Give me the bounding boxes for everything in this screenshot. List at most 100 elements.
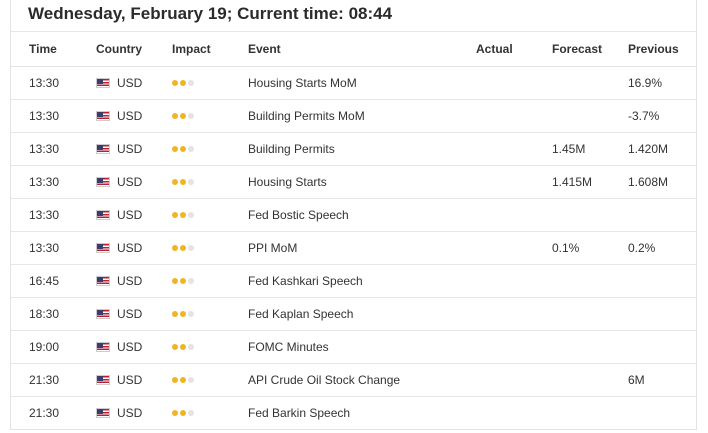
currency-code: USD (117, 406, 143, 420)
impact-dot-icon (180, 344, 186, 350)
impact-dot-icon (172, 311, 178, 317)
event-time: 13:30 (29, 175, 60, 189)
table-row[interactable]: 13:30 USD Building Permits MoM -3.7% (11, 100, 696, 133)
table-row[interactable]: 13:30 USD Building Permits 1.45M 1.420M (11, 133, 696, 166)
table-row[interactable]: 13:30 USD Fed Bostic Speech (11, 199, 696, 232)
event-name[interactable]: Building Permits MoM (248, 100, 365, 132)
event-country: USD (96, 166, 142, 198)
impact-dot-icon (172, 344, 178, 350)
impact-dot-icon (180, 278, 186, 284)
event-country: USD (96, 364, 142, 396)
event-name[interactable]: Housing Starts (248, 166, 327, 198)
event-name[interactable]: Building Permits (248, 133, 335, 165)
event-country: USD (96, 133, 142, 165)
event-name[interactable]: PPI MoM (248, 232, 297, 264)
event-country: USD (96, 331, 142, 363)
event-country: USD (96, 298, 142, 330)
table-row[interactable]: 19:00 USD FOMC Minutes (11, 331, 696, 364)
event-name[interactable]: Fed Kaplan Speech (248, 298, 353, 330)
event-name[interactable]: Fed Kashkari Speech (248, 265, 363, 297)
event-previous: 16.9% (628, 76, 663, 90)
impact-dot-icon (172, 410, 178, 416)
us-flag-icon (96, 111, 110, 121)
table-row[interactable]: 13:30 USD PPI MoM 0.1% 0.2% (11, 232, 696, 265)
event-forecast: 0.1% (552, 241, 580, 255)
impact-dot-icon (188, 212, 194, 218)
event-forecast: 1.45M (552, 142, 586, 156)
event-previous: -3.7% (628, 109, 660, 123)
event-country: USD (96, 232, 142, 264)
impact-dot-icon (180, 146, 186, 152)
table-row[interactable]: 16:45 USD Fed Kashkari Speech (11, 265, 696, 298)
event-name[interactable]: Fed Bostic Speech (248, 199, 349, 231)
impact-dot-icon (180, 80, 186, 86)
impact-indicator (172, 364, 196, 396)
column-header-impact[interactable]: Impact (172, 32, 211, 66)
table-row[interactable]: 13:30 USD Housing Starts 1.415M 1.608M (11, 166, 696, 199)
currency-code: USD (117, 274, 143, 288)
column-header-previous[interactable]: Previous (628, 32, 679, 66)
impact-indicator (172, 100, 196, 132)
event-previous: 1.608M (628, 175, 669, 189)
column-header-actual[interactable]: Actual (476, 32, 513, 66)
currency-code: USD (117, 340, 143, 354)
column-header-country[interactable]: Country (96, 32, 142, 66)
impact-indicator (172, 133, 196, 165)
event-country: USD (96, 265, 142, 297)
event-name[interactable]: API Crude Oil Stock Change (248, 364, 400, 396)
us-flag-icon (96, 243, 110, 253)
event-time: 18:30 (29, 307, 60, 321)
impact-dot-icon (180, 113, 186, 119)
event-time: 21:30 (29, 373, 60, 387)
impact-dot-icon (180, 212, 186, 218)
impact-indicator (172, 331, 196, 363)
event-previous: 0.2% (628, 241, 656, 255)
impact-indicator (172, 67, 196, 99)
event-forecast: 1.415M (552, 175, 593, 189)
table-body: 13:30 USD Housing Starts MoM 16.9% 13:30 USD B… (11, 67, 696, 429)
us-flag-icon (96, 177, 110, 187)
column-header-forecast[interactable]: Forecast (552, 32, 602, 66)
impact-indicator (172, 298, 196, 330)
event-country: USD (96, 100, 142, 132)
event-time: 19:00 (29, 340, 60, 354)
us-flag-icon (96, 276, 110, 286)
impact-dot-icon (180, 311, 186, 317)
currency-code: USD (117, 175, 143, 189)
impact-indicator (172, 265, 196, 297)
column-header-time[interactable]: Time (29, 32, 57, 66)
impact-dot-icon (172, 146, 178, 152)
table-row[interactable]: 21:30 USD API Crude Oil Stock Change 6M (11, 364, 696, 397)
impact-dot-icon (188, 146, 194, 152)
impact-indicator (172, 397, 196, 429)
event-country: USD (96, 397, 142, 429)
impact-dot-icon (172, 179, 178, 185)
currency-code: USD (117, 208, 143, 222)
impact-dot-icon (188, 311, 194, 317)
table-row[interactable]: 13:30 USD Housing Starts MoM 16.9% (11, 67, 696, 100)
event-country: USD (96, 199, 142, 231)
column-header-event[interactable]: Event (248, 32, 281, 66)
impact-dot-icon (172, 212, 178, 218)
event-time: 13:30 (29, 109, 60, 123)
impact-dot-icon (188, 113, 194, 119)
impact-dot-icon (188, 344, 194, 350)
event-country: USD (96, 67, 142, 99)
table-row[interactable]: 18:30 USD Fed Kaplan Speech (11, 298, 696, 331)
impact-dot-icon (188, 410, 194, 416)
event-time: 13:30 (29, 208, 60, 222)
event-name[interactable]: FOMC Minutes (248, 331, 329, 363)
impact-dot-icon (172, 278, 178, 284)
event-name[interactable]: Housing Starts MoM (248, 67, 357, 99)
us-flag-icon (96, 408, 110, 418)
calendar-title: Wednesday, February 19; Current time: 08… (11, 0, 696, 32)
impact-dot-icon (172, 377, 178, 383)
currency-code: USD (117, 373, 143, 387)
impact-dot-icon (180, 179, 186, 185)
table-row[interactable]: 21:30 USD Fed Barkin Speech (11, 397, 696, 429)
impact-indicator (172, 199, 196, 231)
event-time: 13:30 (29, 241, 60, 255)
currency-code: USD (117, 109, 143, 123)
event-name[interactable]: Fed Barkin Speech (248, 397, 350, 429)
impact-dot-icon (188, 179, 194, 185)
